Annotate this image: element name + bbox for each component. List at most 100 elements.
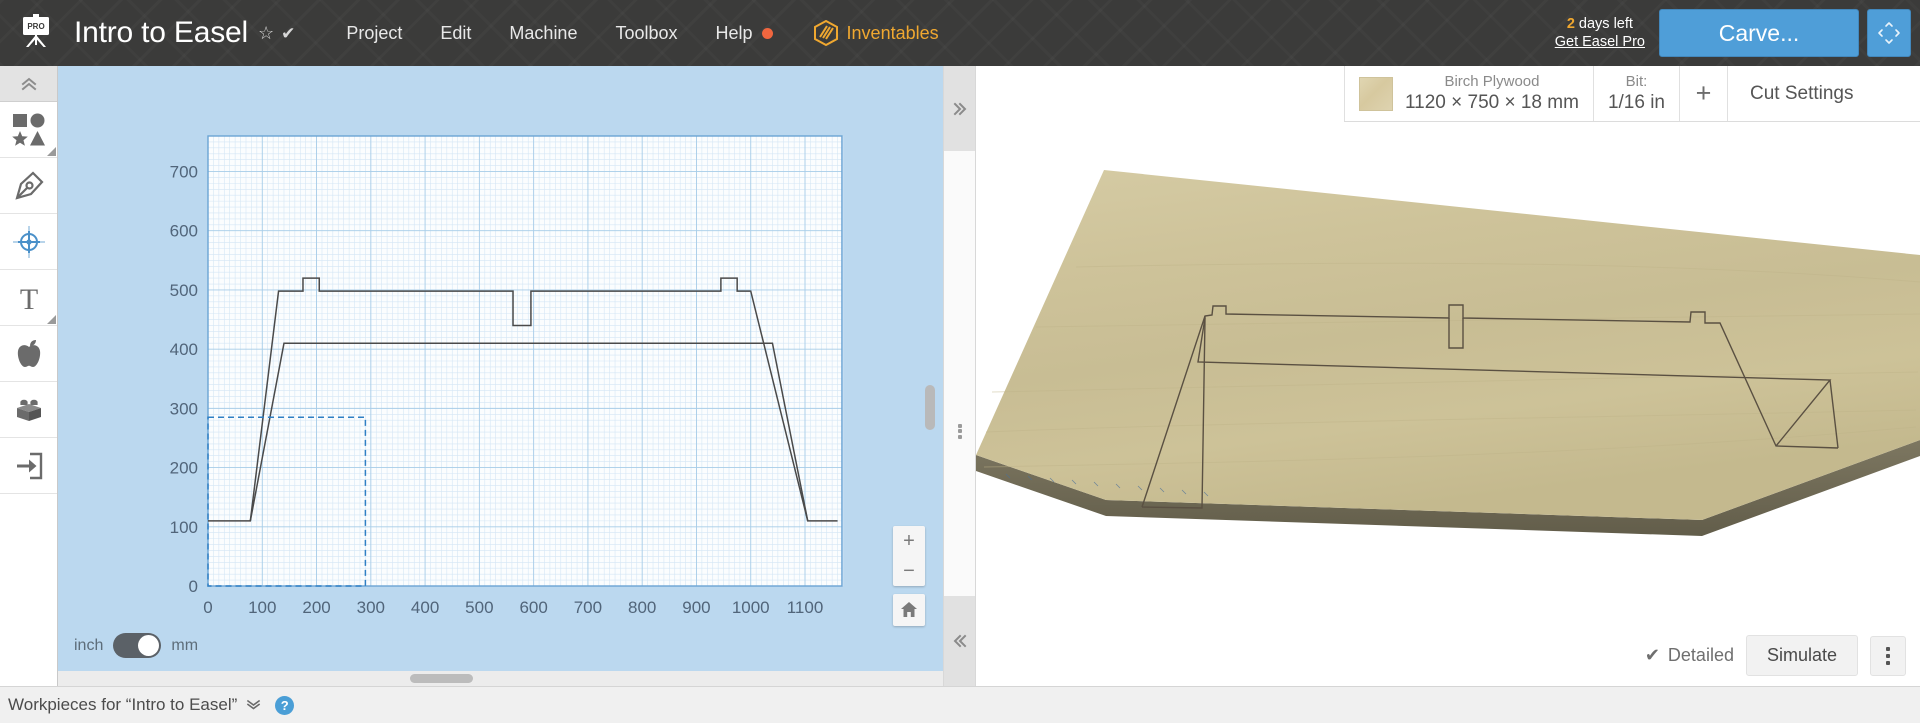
main-menu-bar: Project Edit Machine Toolbox Help Invent… [327, 15, 939, 52]
zoom-stack: + − [893, 526, 925, 586]
zoom-in-button[interactable]: + [893, 526, 925, 556]
grip-dot [957, 429, 962, 433]
unit-toggle[interactable]: inch mm [74, 633, 198, 658]
detailed-toggle[interactable]: ✔ Detailed [1645, 645, 1734, 666]
menu-machine-label: Machine [509, 22, 578, 43]
rail-empty-area [0, 526, 57, 686]
apple-icon [17, 339, 40, 367]
help-notification-dot-icon [761, 27, 773, 39]
shapes-tool-button[interactable] [0, 102, 57, 158]
unit-toggle-switch[interactable] [113, 633, 162, 658]
board-top-face [976, 170, 1920, 520]
x-tick-label: 400 [411, 598, 439, 617]
workpieces-label[interactable]: Workpieces for “Intro to Easel” [8, 695, 237, 715]
workpieces-chevron-down-icon[interactable] [246, 697, 261, 714]
more-vertical-icon [1886, 653, 1890, 658]
zoom-controls: + − [893, 526, 925, 626]
apps-tool-button[interactable] [0, 326, 57, 382]
x-tick-label: 800 [628, 598, 656, 617]
chevron-double-left-icon [953, 634, 966, 648]
divider-collapse-button[interactable] [944, 596, 975, 686]
menu-toolbox[interactable]: Toolbox [596, 15, 696, 52]
menu-machine[interactable]: Machine [490, 15, 596, 52]
rail-collapse-button[interactable] [0, 66, 57, 102]
canvas-horizontal-scrollbar[interactable] [58, 671, 943, 686]
pane-divider[interactable] [943, 66, 976, 686]
inventables-link[interactable]: Inventables [813, 20, 939, 46]
grip-dot [957, 434, 962, 439]
y-tick-label: 600 [170, 222, 198, 241]
text-tool-button[interactable]: T [0, 270, 57, 326]
x-tick-label: 300 [357, 598, 385, 617]
inventables-label: Inventables [846, 22, 939, 43]
inventables-logo-icon [813, 20, 838, 46]
x-tick-label: 900 [682, 598, 710, 617]
zoom-out-button[interactable]: − [893, 556, 925, 586]
material-dimensions: 1120 × 750 × 18 mm [1405, 91, 1579, 113]
menu-project-label: Project [346, 22, 403, 43]
cut-settings-button[interactable]: Cut Settings [1726, 66, 1876, 121]
menu-help[interactable]: Help [697, 15, 792, 52]
divider-drag-handle[interactable] [944, 422, 975, 440]
add-bit-button[interactable]: + [1678, 66, 1727, 121]
target-icon [12, 225, 45, 258]
material-selector[interactable]: Birch Plywood 1120 × 750 × 18 mm [1344, 66, 1593, 121]
get-easel-pro-link[interactable]: Get Easel Pro [1555, 33, 1645, 51]
page-title[interactable]: Intro to Easel [74, 16, 248, 50]
material-swatch-icon [1359, 76, 1393, 111]
easel-pro-logo-icon[interactable]: PRO [14, 12, 58, 54]
center-point-tool-button[interactable] [0, 214, 57, 270]
pen-tool-button[interactable] [0, 158, 57, 214]
y-tick-label: 0 [189, 577, 198, 596]
text-t-icon: T [19, 283, 37, 314]
menu-toolbox-label: Toolbox [615, 22, 678, 43]
workpiece-chart[interactable]: 0 100 200 300 400 500 600 700 0 100 200 300 400 500 60… [58, 66, 943, 686]
import-tool-button[interactable] [0, 438, 57, 494]
y-tick-label: 700 [170, 163, 198, 182]
bit-info: Bit: 1/16 in [1608, 72, 1665, 116]
parts-tool-button[interactable] [0, 382, 57, 438]
bit-selector[interactable]: Bit: 1/16 in [1592, 66, 1679, 121]
move-pad-icon [1878, 22, 1900, 44]
carve-button[interactable]: Carve... [1659, 9, 1859, 57]
unit-mm-label[interactable]: mm [171, 637, 198, 655]
help-question-icon[interactable]: ? [275, 695, 295, 715]
svg-text:PRO: PRO [27, 22, 44, 31]
unit-inch-label[interactable]: inch [74, 637, 103, 655]
x-tick-label: 1000 [732, 598, 770, 617]
design-canvas[interactable]: 0 100 200 300 400 500 600 700 0 100 200 300 400 500 60… [58, 66, 943, 686]
trial-count: 2 [1566, 15, 1575, 32]
trial-days-text: days left [1574, 15, 1633, 32]
preview-more-menu-button[interactable] [1870, 635, 1906, 676]
top-bar-right-actions: 2 days left Get Easel Pro Carve... [1555, 0, 1920, 66]
canvas-hscroll-thumb[interactable] [410, 674, 473, 683]
svg-text:T: T [19, 283, 37, 314]
x-tick-label: 200 [302, 598, 330, 617]
workpieces-bottom-bar: Workpieces for “Intro to Easel” ? [0, 686, 1920, 723]
design-canvas-pane[interactable]: 0 100 200 300 400 500 600 700 0 100 200 300 400 500 60… [58, 66, 943, 686]
jog-pad-button[interactable] [1867, 9, 1911, 57]
menu-edit[interactable]: Edit [421, 15, 490, 52]
cut-settings-label: Cut Settings [1749, 82, 1854, 104]
bit-value: 1/16 in [1607, 91, 1665, 113]
pen-icon [14, 170, 44, 200]
pro-trial-block: 2 days left Get Easel Pro [1555, 15, 1645, 51]
bit-caption: Bit: [1625, 72, 1648, 90]
grip-dot [957, 423, 962, 428]
top-app-bar: PRO Intro to Easel ☆ ✔ Project Edit Mach… [0, 0, 1920, 66]
divider-expand-button[interactable] [944, 66, 975, 151]
x-tick-label: 1100 [787, 598, 824, 617]
simulation-controls: ✔ Detailed Simulate [1645, 635, 1906, 676]
detailed-check-icon: ✔ [1644, 645, 1660, 665]
y-tick-label: 400 [170, 340, 198, 359]
simulate-button[interactable]: Simulate [1745, 635, 1858, 676]
favorite-star-icon[interactable]: ☆ [258, 24, 274, 42]
preview-3d-pane[interactable]: ✔ Detailed Simulate [976, 122, 1920, 686]
home-icon [901, 602, 917, 617]
canvas-vscroll-thumb[interactable] [925, 385, 935, 430]
unit-toggle-knob [138, 635, 160, 656]
zoom-home-button[interactable] [893, 594, 925, 626]
menu-project[interactable]: Project [327, 15, 421, 52]
workpiece-3d-render[interactable] [976, 122, 1920, 686]
shapes-icon [11, 113, 45, 146]
